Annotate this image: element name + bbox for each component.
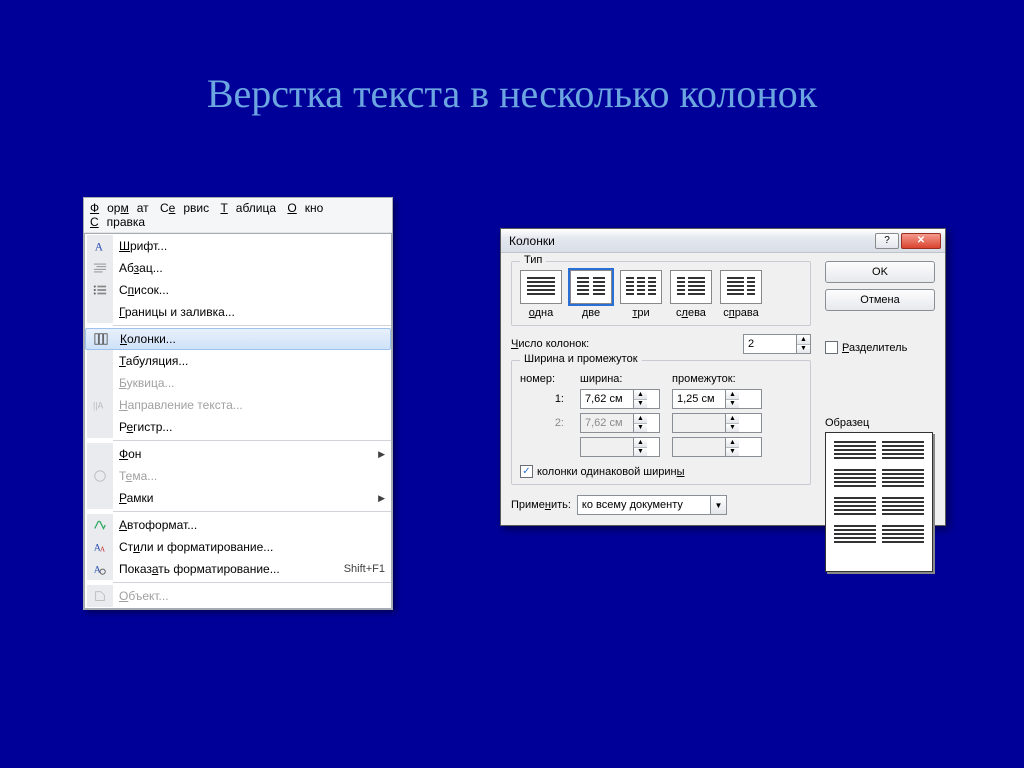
group-title-width: Ширина и промежуток [520, 353, 642, 365]
mi-list[interactable]: Список... [85, 279, 391, 301]
type-right[interactable]: справа [720, 270, 762, 319]
apply-value: ко всему документу [578, 499, 710, 511]
row3-width-spinner: ▲▼ [580, 437, 660, 457]
group-title-type: Тип [520, 254, 546, 266]
separator [113, 325, 391, 326]
columns-icon [88, 329, 114, 349]
row1-width-spinner[interactable]: ▲▼ [580, 389, 660, 409]
format-dropdown: A Шрифт... Абзац... Список... Границы и … [84, 233, 392, 609]
row2-width-spinner: ▲▼ [580, 413, 660, 433]
width-group: Ширина и промежуток номер: ширина: проме… [511, 360, 811, 485]
menu-format[interactable]: Формат [90, 201, 149, 215]
mi-frames[interactable]: Рамки ▶ [85, 487, 391, 509]
menu-table[interactable]: Таблица [220, 201, 276, 215]
case-icon [87, 416, 113, 438]
preview-title: Образец [825, 417, 935, 429]
styles-icon: AA [87, 536, 113, 558]
dropdown-icon[interactable]: ▼ [710, 496, 726, 514]
spin-down-icon[interactable]: ▼ [797, 345, 810, 354]
svg-text:A: A [94, 565, 101, 576]
titlebar[interactable]: Колонки ? ✕ [501, 229, 945, 253]
preview-page [825, 432, 933, 572]
mi-paragraph[interactable]: Абзац... [85, 257, 391, 279]
bg-icon [87, 443, 113, 465]
shortcut: Shift+F1 [344, 563, 385, 575]
count-input[interactable] [744, 335, 796, 353]
row2-width-input [581, 414, 633, 432]
ok-button[interactable]: OK [825, 261, 935, 283]
mi-case[interactable]: Регистр... [85, 416, 391, 438]
format-menu-window: Формат Сервис Таблица Окно Справка A Шри… [83, 197, 393, 610]
close-button[interactable]: ✕ [901, 233, 941, 249]
mi-columns[interactable]: Колонки... [85, 328, 391, 350]
separator [113, 582, 391, 583]
mi-theme: Тема... [85, 465, 391, 487]
separator-checkbox[interactable]: Разделитель [825, 341, 935, 354]
row1-gap-spinner[interactable]: ▲▼ [672, 389, 762, 409]
row2-gap-spinner: ▲▼ [672, 413, 762, 433]
mi-object: Объект... [85, 585, 391, 607]
font-icon: A [87, 235, 113, 257]
svg-text:A: A [100, 545, 105, 553]
list-icon [87, 279, 113, 301]
dropcap-icon [87, 372, 113, 394]
type-two[interactable]: две [570, 270, 612, 319]
row2-num: 2: [520, 417, 568, 429]
apply-label: Применить: [511, 499, 571, 511]
preview-area: Образец [825, 417, 935, 572]
menu-window[interactable]: Окно [287, 201, 323, 215]
svg-text:||A: ||A [93, 401, 104, 411]
mi-borders[interactable]: Границы и заливка... [85, 301, 391, 323]
submenu-arrow-icon: ▶ [378, 449, 385, 460]
mi-tabs[interactable]: Табуляция... [85, 350, 391, 372]
submenu-arrow-icon: ▶ [378, 493, 385, 504]
menu-help[interactable]: Справка [90, 215, 145, 229]
type-group: Тип одна две три слева [511, 261, 811, 326]
spin-up-icon[interactable]: ▲ [797, 335, 810, 345]
menubar: Формат Сервис Таблица Окно Справка [84, 198, 392, 233]
frames-icon [87, 487, 113, 509]
row1-gap-input[interactable] [673, 390, 725, 408]
help-button[interactable]: ? [875, 233, 899, 249]
count-label: Число колонок: [511, 338, 589, 350]
type-one[interactable]: одна [520, 270, 562, 319]
mi-font[interactable]: A Шрифт... [85, 235, 391, 257]
tabs-icon [87, 350, 113, 372]
equal-width-checkbox[interactable]: ✓ колонки одинаковой ширины [520, 465, 802, 478]
separator [113, 511, 391, 512]
theme-icon [87, 465, 113, 487]
object-icon [87, 585, 113, 607]
row2-gap-input [673, 414, 725, 432]
columns-dialog: Колонки ? ✕ OK Отмена Разделитель Тип од… [500, 228, 946, 526]
row1-width-input[interactable] [581, 390, 633, 408]
hdr-num: номер: [520, 373, 568, 385]
separator [113, 440, 391, 441]
textdir-icon: ||A [87, 394, 113, 416]
mi-styles[interactable]: AA Стили и форматирование... [85, 536, 391, 558]
row1-num: 1: [520, 393, 568, 405]
reveal-icon: A [87, 558, 113, 580]
mi-autoformat[interactable]: Автоформат... [85, 514, 391, 536]
type-three[interactable]: три [620, 270, 662, 319]
hdr-width: ширина: [580, 373, 660, 385]
mi-dropcap: Буквица... [85, 372, 391, 394]
menu-service[interactable]: Сервис [160, 201, 209, 215]
apply-combo[interactable]: ко всему документу ▼ [577, 495, 727, 515]
svg-text:A: A [95, 241, 104, 253]
borders-icon [87, 301, 113, 323]
row3-gap-spinner: ▲▼ [672, 437, 762, 457]
autoformat-icon [87, 514, 113, 536]
paragraph-icon [87, 257, 113, 279]
mi-textdir: ||A Направление текста... [85, 394, 391, 416]
dialog-title: Колонки [509, 234, 873, 248]
type-left[interactable]: слева [670, 270, 712, 319]
slide-title: Верстка текста в несколько колонок [0, 70, 1024, 117]
hdr-gap: промежуток: [672, 373, 762, 385]
count-spinner[interactable]: ▲▼ [743, 334, 811, 354]
mi-reveal[interactable]: A Показать форматирование... Shift+F1 [85, 558, 391, 580]
cancel-button[interactable]: Отмена [825, 289, 935, 311]
mi-bg[interactable]: Фон ▶ [85, 443, 391, 465]
